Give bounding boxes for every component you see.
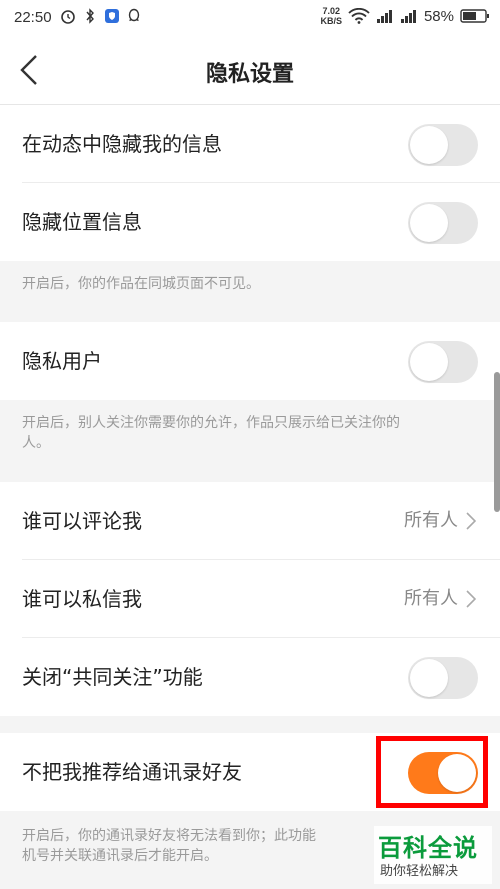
toggle-knob <box>410 343 448 381</box>
toggle-knob <box>410 126 448 164</box>
qq-icon <box>128 8 140 22</box>
wifi-icon <box>348 8 370 24</box>
bluetooth-icon <box>86 8 94 24</box>
status-right: 7.02 KB/S 58% <box>320 6 490 26</box>
setting-label: 谁可以私信我 <box>22 587 142 611</box>
battery-percent: 58% <box>423 7 454 25</box>
setting-label: 在动态中隐藏我的信息 <box>22 132 222 156</box>
private-user-note: 开启后，别人关注你需要你的允许，作品只展示给已关注你的 人。 <box>22 413 478 453</box>
alarm-icon <box>61 10 75 24</box>
hide-location-toggle[interactable] <box>408 202 478 244</box>
setting-label: 隐藏位置信息 <box>22 210 142 234</box>
setting-label: 关闭“共同关注”功能 <box>22 665 203 689</box>
watermark-subtitle: 助你轻松解决 <box>380 864 459 879</box>
toggle-knob <box>410 659 448 697</box>
setting-row-mutual-follow[interactable]: 关闭“共同关注”功能 <box>0 638 500 716</box>
nav-bar: 隐私设置 <box>0 36 500 105</box>
setting-label: 隐私用户 <box>22 349 102 373</box>
chevron-right-icon <box>466 590 476 608</box>
status-bar: 22:50 7.02 KB/S 58% <box>0 0 500 36</box>
page-title: 隐私设置 <box>205 62 294 87</box>
mutual-follow-toggle[interactable] <box>408 657 478 699</box>
shield-app-icon <box>105 9 119 23</box>
setting-label: 不把我推荐给通讯录好友 <box>22 760 242 784</box>
status-left-icons <box>60 8 142 24</box>
note-line: 人。 <box>22 435 50 451</box>
toggle-knob <box>410 204 448 242</box>
highlight-box <box>376 736 488 808</box>
hide-in-feed-toggle[interactable] <box>408 124 478 166</box>
scrollbar[interactable] <box>494 372 500 512</box>
network-speed: 7.02 KB/S <box>320 6 342 26</box>
setting-row-private-user[interactable]: 隐私用户 <box>0 322 500 400</box>
signal-4g-icon <box>400 10 416 23</box>
note-line: 开启后，别人关注你需要你的允许，作品只展示给已关注你的 <box>22 415 400 431</box>
setting-row-hide-in-feed[interactable]: 在动态中隐藏我的信息 <box>0 105 500 183</box>
who-message-value: 所有人 <box>404 588 458 609</box>
network-speed-unit: KB/S <box>320 16 342 26</box>
battery-icon <box>460 9 489 23</box>
setting-value: 所有人 <box>404 482 476 560</box>
watermark-logo: 百科全说 助你轻松解决 <box>374 826 492 884</box>
network-speed-value: 7.02 <box>322 6 340 16</box>
status-time: 22:50 <box>14 9 52 26</box>
setting-row-hide-location[interactable]: 隐藏位置信息 <box>0 183 500 261</box>
watermark-title: 百科全说 <box>378 834 478 862</box>
setting-value: 所有人 <box>404 560 476 638</box>
signal-icon <box>376 10 392 23</box>
who-comment-value: 所有人 <box>404 510 458 531</box>
hide-location-note: 开启后，你的作品在同城页面不可见。 <box>22 276 260 292</box>
setting-label: 谁可以评论我 <box>22 509 142 533</box>
private-user-toggle[interactable] <box>408 341 478 383</box>
chevron-right-icon <box>466 512 476 530</box>
setting-row-who-comment[interactable]: 谁可以评论我 所有人 <box>0 482 500 560</box>
setting-row-who-message[interactable]: 谁可以私信我 所有人 <box>0 560 500 638</box>
